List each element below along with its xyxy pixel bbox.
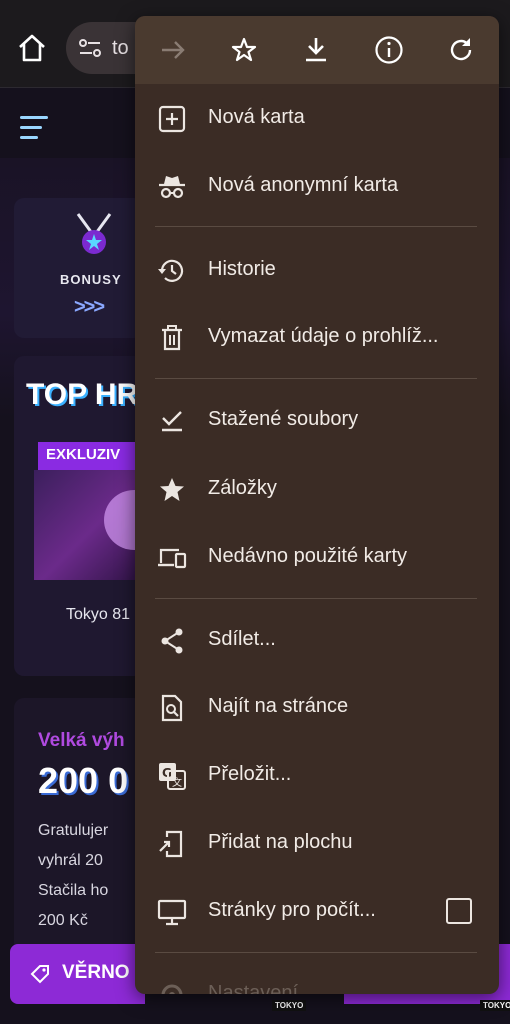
tokyo-tag: TOKYO (272, 1000, 307, 1011)
win-text-line: 200 Kč (38, 912, 88, 929)
bonus-badge-icon (76, 213, 112, 254)
menu-item-downloads[interactable]: Stažené soubory (135, 390, 499, 450)
menu-divider (155, 378, 477, 379)
menu-item-label: Sdílet... (208, 628, 276, 650)
downloads-check-icon (162, 411, 182, 432)
exclusive-badge: EXKLUZIV (38, 442, 144, 470)
bonus-label: BONUSY (60, 272, 122, 287)
menu-divider (155, 226, 477, 227)
menu-item-label: Přeložit... (208, 763, 292, 785)
translate-icon: G 文 (159, 763, 186, 790)
menu-item-label: Záložky (208, 477, 277, 499)
home-button[interactable] (14, 30, 50, 66)
menu-divider (155, 598, 477, 599)
menu-item-label: Nastavení (208, 982, 299, 994)
win-description: Gratulujer vyhrál 20 Stačila ho 200 Kč (38, 816, 144, 936)
history-icon (158, 259, 184, 282)
page-info-button[interactable] (371, 32, 407, 68)
menu-item-label: Najít na stránce (208, 695, 349, 717)
forward-button[interactable] (155, 32, 191, 68)
menu-item-find-in-page[interactable]: Najít na stránce (135, 677, 499, 737)
devices-icon (158, 548, 187, 569)
arrow-forward-icon (162, 41, 185, 59)
menu-item-label: Přidat na plochu (208, 831, 353, 853)
url-text: to (112, 37, 129, 59)
menu-item-label: Stránky pro počít... (208, 899, 376, 921)
site-settings-icon[interactable] (78, 38, 102, 58)
home-icon (19, 34, 45, 62)
menu-item-label: Stažené soubory (208, 408, 359, 430)
menu-item-add-to-home-screen[interactable]: Přidat na plochu (135, 813, 499, 873)
win-amount: 200 0 (38, 760, 129, 801)
star-filled-icon (160, 478, 184, 501)
win-title: Velká výh (38, 730, 125, 751)
menu-item-bookmarks[interactable]: Záložky (135, 459, 499, 519)
new-tab-icon (158, 105, 186, 133)
loyalty-label: VĚRNO (62, 962, 130, 983)
info-icon (375, 36, 403, 64)
menu-item-settings[interactable]: Nastavení (135, 964, 499, 994)
bonus-card[interactable]: BONUSY >>> (14, 198, 144, 338)
browser-overflow-menu: Nová karta Nová anonymní karta Historie (135, 16, 499, 994)
top-games-card: TOP HR EXKLUZIV Tokyo 81 (14, 356, 144, 676)
menu-item-history[interactable]: Historie (135, 240, 499, 300)
svg-text:G: G (162, 766, 172, 780)
hamburger-menu-icon[interactable] (20, 116, 48, 140)
svg-text:文: 文 (172, 776, 182, 789)
game-thumbnail[interactable] (34, 470, 144, 580)
menu-divider (155, 952, 477, 953)
game-title[interactable]: Tokyo 81 (66, 606, 130, 624)
tokyo-tag: TOKYO (480, 1000, 510, 1011)
menu-item-label: Historie (208, 258, 276, 280)
menu-item-label: Vymazat údaje o prohlíž... (208, 325, 439, 347)
incognito-icon (159, 176, 185, 199)
share-icon (161, 628, 183, 654)
win-text-line: Gratulujer (38, 822, 109, 839)
menu-item-new-incognito-tab[interactable]: Nová anonymní karta (135, 156, 499, 216)
menu-item-desktop-site[interactable]: Stránky pro počít... (135, 881, 499, 941)
refresh-icon (450, 38, 472, 61)
menu-item-new-tab[interactable]: Nová karta (135, 88, 499, 148)
reload-button[interactable] (443, 32, 479, 68)
add-to-home-icon (159, 830, 183, 858)
tag-icon (30, 965, 49, 984)
menu-item-translate[interactable]: G 文 Přeložit... (135, 745, 499, 805)
menu-item-label: Nová karta (208, 106, 305, 128)
bookmark-button[interactable] (226, 32, 262, 68)
loyalty-button[interactable]: VĚRNO (10, 944, 145, 1004)
menu-item-recent-tabs[interactable]: Nedávno použité karty (135, 527, 499, 587)
win-text-line: vyhrál 20 (38, 852, 103, 869)
download-button[interactable] (298, 32, 334, 68)
settings-icon (161, 984, 183, 994)
desktop-icon (157, 899, 187, 926)
find-in-page-icon (161, 694, 183, 722)
trash-icon (162, 325, 182, 351)
menu-item-label: Nová anonymní karta (208, 174, 399, 196)
desktop-site-checkbox[interactable] (446, 898, 472, 924)
menu-item-share[interactable]: Sdílet... (135, 610, 499, 670)
download-icon (306, 38, 326, 62)
win-text-line: Stačila ho (38, 882, 109, 899)
menu-item-label: Nedávno použité karty (208, 545, 408, 567)
star-outline-icon (231, 37, 257, 62)
menu-action-bar (135, 16, 499, 84)
chevrons-icon: >>> (74, 296, 105, 318)
top-games-title: TOP HR (26, 378, 139, 411)
menu-item-clear-browsing-data[interactable]: Vymazat údaje o prohlíž... (135, 307, 499, 367)
